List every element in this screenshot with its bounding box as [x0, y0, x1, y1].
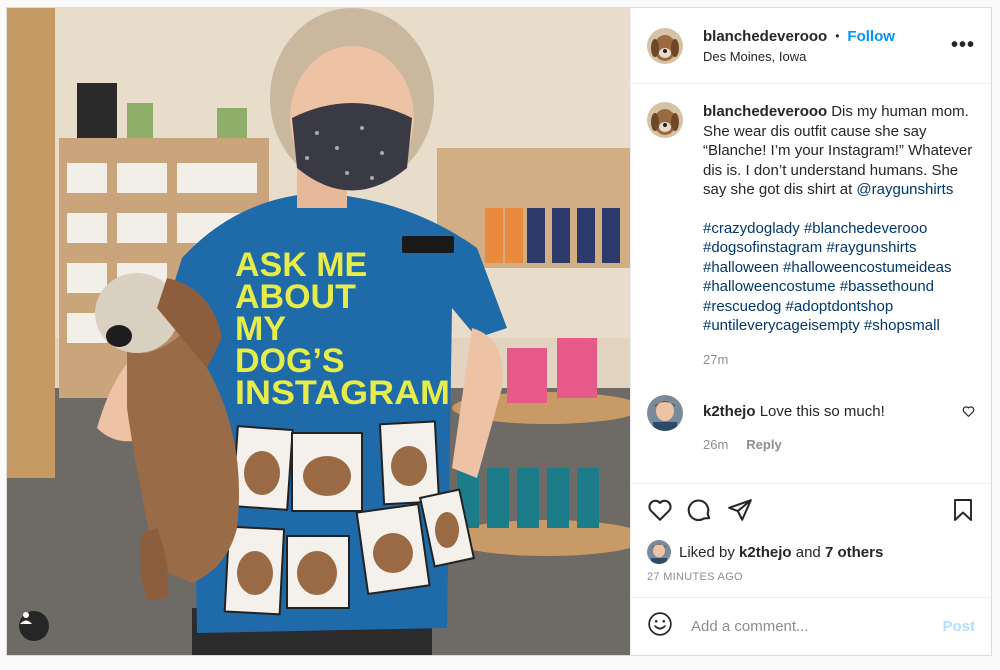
- caption-age[interactable]: 27m: [703, 350, 973, 370]
- share-icon[interactable]: [727, 497, 753, 528]
- likes-text: Liked by k2thejo and 7 others: [679, 543, 884, 561]
- post-timestamp[interactable]: 27 MINUTES AGO: [631, 563, 991, 597]
- reply-button[interactable]: Reply: [746, 437, 781, 452]
- liker-username[interactable]: k2thejo: [739, 544, 792, 561]
- commenter-avatar[interactable]: [647, 395, 683, 431]
- more-options-icon[interactable]: •••: [951, 34, 975, 57]
- comment-like-icon[interactable]: [962, 405, 975, 423]
- author-username[interactable]: blanchedeverooo: [703, 28, 827, 45]
- post-comment-button[interactable]: Post: [942, 618, 975, 635]
- comments-area: blanchedeverooo Dis my human mom. She wea…: [631, 84, 991, 483]
- others-link[interactable]: 7 others: [825, 544, 883, 561]
- post-location[interactable]: Des Moines, Iowa: [703, 49, 951, 64]
- commenter-username[interactable]: k2thejo: [703, 403, 756, 420]
- comment-text: Love this so much!: [759, 403, 885, 420]
- header-text: blanchedeverooo • Follow Des Moines, Iow…: [703, 28, 951, 64]
- shirt-line-5: INSTAGRAM: [235, 374, 450, 412]
- post-header: blanchedeverooo • Follow Des Moines, Iow…: [631, 8, 991, 84]
- tagged-people-icon[interactable]: [19, 611, 49, 641]
- caption-username[interactable]: blanchedeverooo: [703, 103, 827, 120]
- comment-item: k2thejo Love this so much! 26m Reply: [647, 395, 975, 452]
- liker-avatar[interactable]: [647, 540, 671, 564]
- separator-dot: •: [835, 29, 840, 43]
- action-bar: [631, 483, 991, 541]
- caption: blanchedeverooo Dis my human mom. She wea…: [647, 102, 975, 369]
- post-side-panel: blanchedeverooo • Follow Des Moines, Iow…: [630, 8, 991, 655]
- caption-mention[interactable]: @raygunshirts: [856, 181, 953, 198]
- likes-summary: Liked by k2thejo and 7 others: [631, 540, 991, 564]
- follow-button[interactable]: Follow: [847, 28, 895, 45]
- author-avatar[interactable]: [647, 27, 683, 64]
- caption-avatar[interactable]: [647, 102, 683, 138]
- comment-body: k2thejo Love this so much! 26m Reply: [703, 395, 975, 452]
- save-icon[interactable]: [951, 497, 975, 528]
- photo-illustration: ASK ME ABOUT MY DOG’S INSTAGRAM: [7, 8, 630, 655]
- add-comment-bar: Post: [631, 597, 991, 655]
- like-icon[interactable]: [647, 497, 673, 528]
- comment-age[interactable]: 26m: [703, 437, 728, 452]
- caption-body: blanchedeverooo Dis my human mom. She wea…: [703, 102, 973, 369]
- post-card: ASK ME ABOUT MY DOG’S INSTAGRAM blanched…: [6, 7, 992, 656]
- comment-input[interactable]: [691, 618, 943, 635]
- comment-icon[interactable]: [687, 497, 713, 528]
- caption-hashtags[interactable]: #crazydoglady #blanchedeverooo #dogsofin…: [703, 219, 973, 336]
- post-photo[interactable]: ASK ME ABOUT MY DOG’S INSTAGRAM: [7, 8, 630, 655]
- emoji-icon[interactable]: [647, 611, 673, 642]
